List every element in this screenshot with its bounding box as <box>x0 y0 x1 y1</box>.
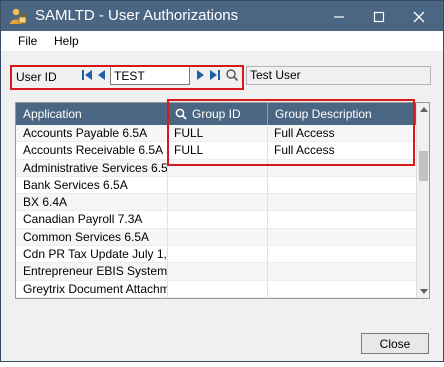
cell-application[interactable]: Administrative Services 6.5A <box>16 159 168 176</box>
cell-application[interactable]: Common Services 6.5A <box>16 228 168 246</box>
cell-application[interactable]: Greytrix Document Attachm... <box>16 280 168 297</box>
scroll-up-arrow-icon[interactable] <box>420 106 428 112</box>
previous-record-icon[interactable] <box>95 67 109 83</box>
title-bar: SAMLTD - User Authorizations <box>1 1 443 31</box>
table-row[interactable]: Entrepreneur EBIS System ... <box>16 263 416 281</box>
cell-group-description[interactable] <box>268 211 416 227</box>
next-record-icon[interactable] <box>193 67 207 83</box>
cell-group-description[interactable] <box>268 281 416 297</box>
table-row[interactable]: Bank Services 6.5A <box>16 176 416 195</box>
table-row[interactable]: BX 6.4A <box>16 194 416 212</box>
cell-application[interactable]: Entrepreneur EBIS System ... <box>16 263 168 280</box>
maximize-button[interactable] <box>359 1 399 31</box>
maximize-icon <box>373 11 385 22</box>
user-name-field: Test User <box>246 66 431 85</box>
cell-group-id[interactable] <box>168 246 268 263</box>
grid-header: Application Group ID Group Description <box>16 103 416 125</box>
table-row[interactable]: Accounts Receivable 6.5A FULL Full Access <box>16 142 416 160</box>
cell-group-id[interactable] <box>168 211 268 228</box>
table-row[interactable]: Greytrix Document Attachm... <box>16 280 416 298</box>
cell-group-description[interactable]: Full Access <box>268 142 416 158</box>
table-row[interactable]: Canadian Payroll 7.3A <box>16 211 416 229</box>
cell-group-id[interactable] <box>168 159 268 176</box>
column-header-group-description[interactable]: Group Description <box>268 103 416 125</box>
window-title: SAMLTD - User Authorizations <box>35 7 239 24</box>
cell-group-description[interactable] <box>268 160 416 176</box>
cell-group-description[interactable]: Full Access <box>268 125 416 141</box>
cell-group-id[interactable]: FULL <box>168 142 268 159</box>
user-authorizations-window: SAMLTD - User Authorizations File Help U… <box>0 0 444 362</box>
cell-application[interactable]: Canadian Payroll 7.3A <box>16 211 168 228</box>
search-icon[interactable] <box>225 67 239 83</box>
cell-group-description[interactable] <box>268 246 416 262</box>
table-row[interactable]: Common Services 6.5A <box>16 228 416 247</box>
cell-application[interactable]: Accounts Payable 6.5A <box>16 125 168 142</box>
user-id-label: User ID <box>16 70 57 84</box>
scrollbar-thumb[interactable] <box>419 151 428 181</box>
table-row[interactable]: Administrative Services 6.5A <box>16 159 416 177</box>
cell-group-description[interactable] <box>268 177 416 193</box>
cell-group-id[interactable] <box>168 263 268 280</box>
menu-file[interactable]: File <box>18 34 37 48</box>
cell-group-id[interactable] <box>168 228 268 246</box>
cell-application[interactable]: BX 6.4A <box>16 194 168 211</box>
last-record-icon[interactable] <box>208 67 222 83</box>
column-header-application[interactable]: Application <box>16 103 168 125</box>
close-button[interactable]: Close <box>361 333 429 354</box>
cell-group-id[interactable]: FULL <box>168 125 268 142</box>
cell-application[interactable]: Cdn PR Tax Update July 1, ... <box>16 246 168 263</box>
vertical-scrollbar[interactable] <box>416 103 429 298</box>
cell-group-id[interactable] <box>168 280 268 297</box>
minimize-button[interactable] <box>319 1 359 31</box>
cell-group-description[interactable] <box>268 194 416 210</box>
cell-application[interactable]: Accounts Receivable 6.5A <box>16 142 168 159</box>
background-strip <box>0 362 444 367</box>
user-id-row: User ID Test User <box>1 59 443 93</box>
lock-person-icon <box>10 8 27 24</box>
cell-group-id[interactable] <box>168 194 268 211</box>
cell-group-id[interactable] <box>168 176 268 194</box>
close-icon <box>413 11 425 23</box>
search-icon[interactable] <box>175 108 187 120</box>
minimize-icon <box>334 16 344 18</box>
cell-group-description[interactable] <box>268 229 416 245</box>
user-id-input[interactable] <box>110 66 190 85</box>
grid-rows: Accounts Payable 6.5A FULL Full Access Acco… <box>16 125 416 298</box>
table-row[interactable]: Cdn PR Tax Update July 1, ... <box>16 246 416 264</box>
first-record-icon[interactable] <box>80 67 94 83</box>
authorizations-grid[interactable]: Application Group ID Group Description A… <box>15 102 430 299</box>
close-window-button[interactable] <box>399 1 439 31</box>
menu-help[interactable]: Help <box>54 34 79 48</box>
cell-group-description[interactable] <box>268 263 416 279</box>
scroll-down-arrow-icon[interactable] <box>420 289 428 295</box>
table-row[interactable]: Accounts Payable 6.5A FULL Full Access <box>16 125 416 143</box>
cell-application[interactable]: Bank Services 6.5A <box>16 176 168 194</box>
menu-bar: File Help <box>1 31 443 51</box>
